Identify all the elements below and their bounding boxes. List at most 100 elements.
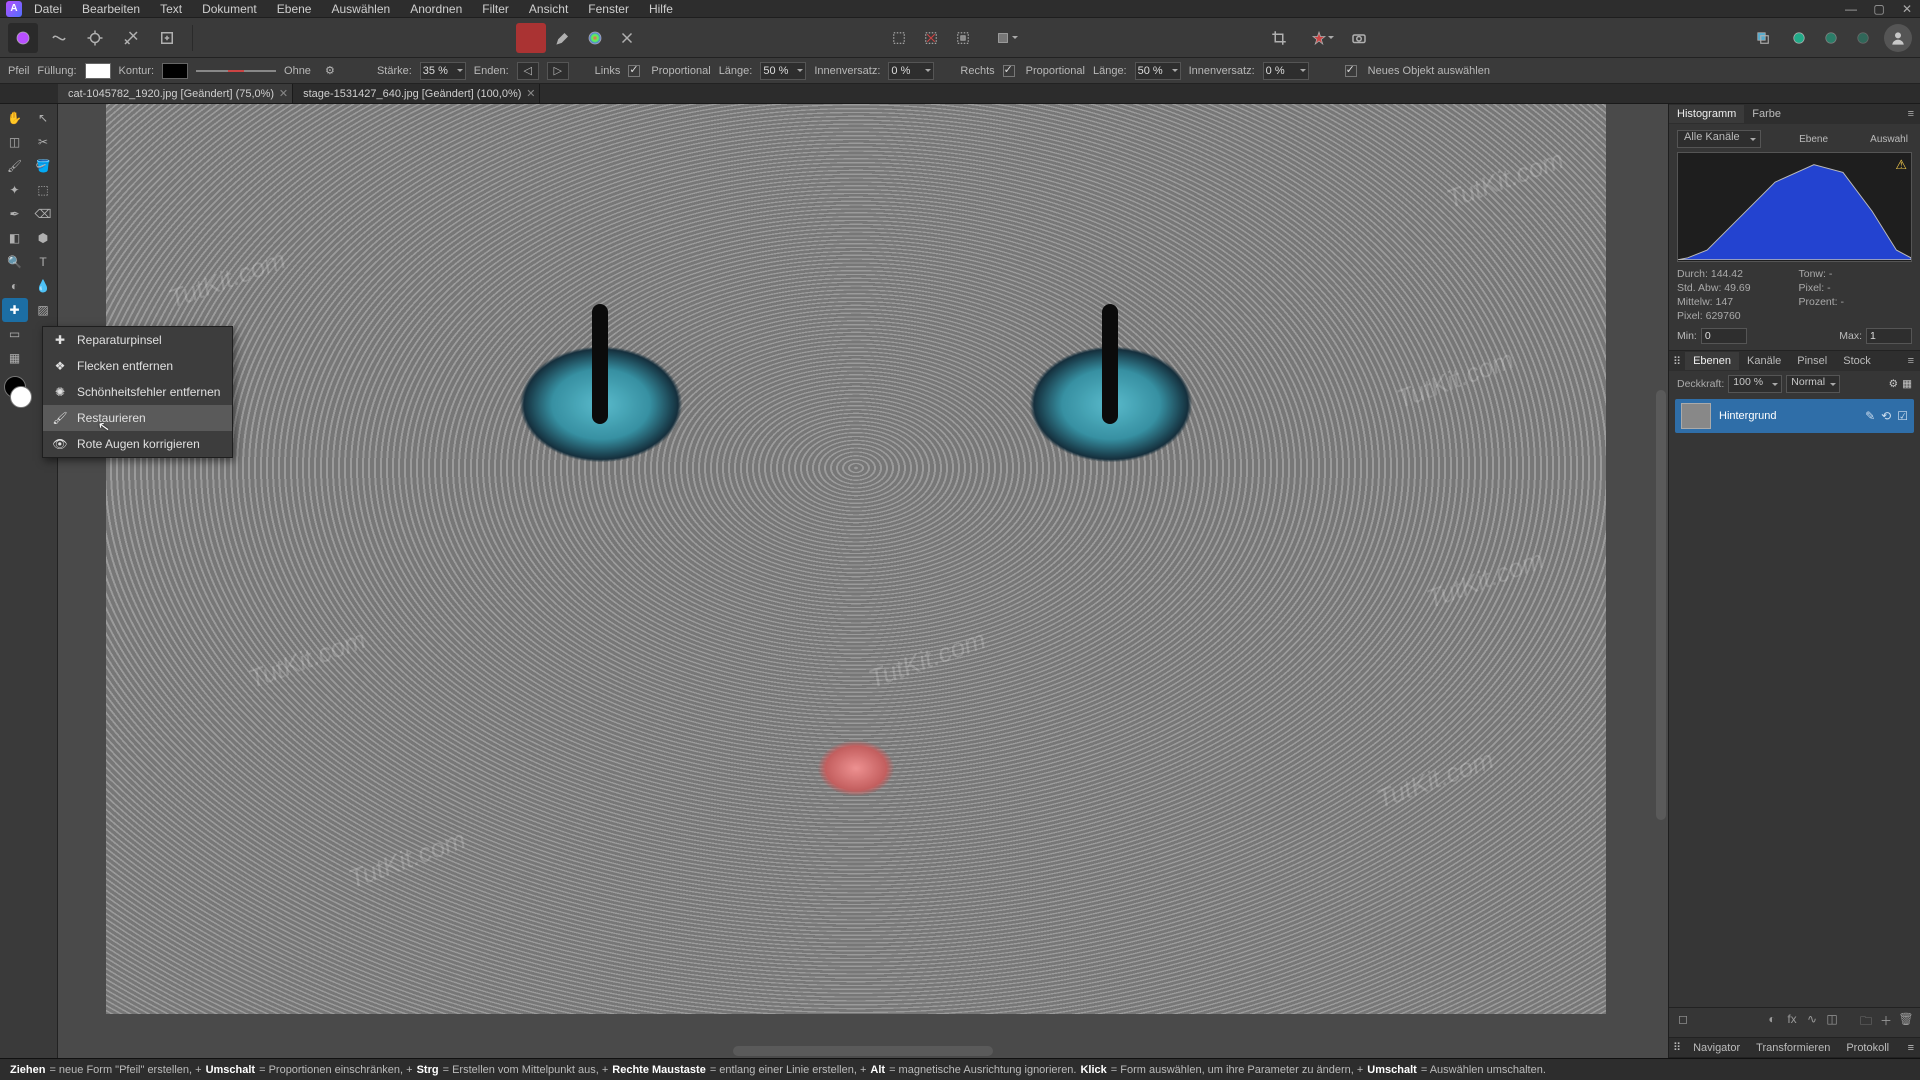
layer-adjust-icon[interactable]: ◐: [1764, 1012, 1780, 1033]
align-center-icon[interactable]: [1648, 23, 1678, 53]
paint-tool-icon[interactable]: 🖌: [2, 154, 28, 178]
menu-layer[interactable]: Ebene: [275, 1, 314, 17]
mesh-tool-icon[interactable]: ▨: [30, 298, 56, 322]
gradient-tool-icon[interactable]: ◧: [2, 226, 28, 250]
opacity-select[interactable]: 100 %: [1728, 375, 1782, 393]
layer-row[interactable]: Hintergrund ✎ ⟲ ☑: [1675, 399, 1914, 433]
end-cap-start-button[interactable]: ◁: [517, 62, 539, 80]
align-more-icon[interactable]: [1712, 23, 1742, 53]
pen-tool-icon[interactable]: ✒: [2, 202, 28, 226]
layers-menu-icon[interactable]: ≡: [1902, 352, 1920, 370]
blur-tool-icon[interactable]: 💧: [30, 274, 56, 298]
new-object-checkbox[interactable]: [1345, 65, 1357, 77]
vertical-scrollbar[interactable]: [1656, 390, 1666, 820]
assistant-dropdown[interactable]: [1300, 23, 1338, 53]
zoom-tool-icon[interactable]: 🔍: [2, 250, 28, 274]
layer-edit-icon[interactable]: ✎: [1865, 409, 1875, 423]
tab-brushes[interactable]: Pinsel: [1789, 352, 1835, 370]
layer-add-icon[interactable]: ＋: [1878, 1012, 1894, 1033]
arrange-icon[interactable]: [1748, 23, 1778, 53]
quickmask-dropdown[interactable]: [984, 23, 1022, 53]
document-tab-2-close-icon[interactable]: ✕: [526, 87, 535, 100]
document-tab-1-close-icon[interactable]: ✕: [279, 87, 288, 100]
align-left-icon[interactable]: [1616, 23, 1646, 53]
hist-max-input[interactable]: [1866, 328, 1912, 344]
end-cap-end-button[interactable]: ▷: [547, 62, 569, 80]
snap3-icon[interactable]: [1848, 23, 1878, 53]
deselect-icon[interactable]: [916, 23, 946, 53]
flood-tool-icon[interactable]: 🪣: [30, 154, 56, 178]
toolbar-colorwheel-icon[interactable]: [580, 23, 610, 53]
stroke-width-slider[interactable]: [196, 70, 276, 72]
eraser-tool-icon[interactable]: ⌫: [30, 202, 56, 226]
bottom-panel-menu-icon[interactable]: ≡: [1902, 1039, 1920, 1057]
text-tool-icon[interactable]: T: [30, 250, 56, 274]
marquee-tool-icon[interactable]: ⬚: [30, 178, 56, 202]
move-tool-icon[interactable]: ↖: [30, 106, 56, 130]
fill-swatch[interactable]: [85, 63, 111, 79]
dodge-tool-icon[interactable]: ◐: [2, 274, 28, 298]
flyout-patch[interactable]: ❖Flecken entfernen: [43, 353, 232, 379]
histogram-menu-icon[interactable]: ≡: [1902, 105, 1920, 123]
layer-mask-icon[interactable]: ◻: [1675, 1012, 1691, 1033]
tab-layers[interactable]: Ebenen: [1685, 352, 1739, 370]
length-left-input[interactable]: [760, 62, 806, 80]
camera-icon[interactable]: [1344, 23, 1374, 53]
blendmode-select[interactable]: Normal: [1786, 375, 1840, 393]
histogram-channel-select[interactable]: Alle Kanäle: [1677, 130, 1761, 148]
canvas-viewport[interactable]: TutKit.com TutKit.com TutKit.com TutKit.…: [58, 104, 1668, 1058]
tab-histogram[interactable]: Histogramm: [1669, 105, 1744, 123]
tab-navigator[interactable]: Navigator: [1685, 1039, 1748, 1057]
grid-tool-icon[interactable]: ▦: [2, 346, 28, 370]
window-close-icon[interactable]: ✕: [1900, 2, 1914, 16]
snap2-icon[interactable]: [1816, 23, 1846, 53]
shape-tool-icon[interactable]: ▭: [2, 322, 28, 346]
flyout-redeye[interactable]: 👁Rote Augen korrigieren: [43, 431, 232, 457]
persona-develop-icon[interactable]: [80, 23, 110, 53]
menu-arrange[interactable]: Anordnen: [408, 1, 464, 17]
tab-transform[interactable]: Transformieren: [1748, 1039, 1838, 1057]
toolbar-brush-icon[interactable]: [548, 23, 578, 53]
document-tab-1[interactable]: cat-1045782_1920.jpg [Geändert] (75,0%) …: [58, 84, 293, 103]
menu-file[interactable]: Datei: [32, 1, 64, 17]
layer-link-icon[interactable]: ⟲: [1881, 409, 1891, 423]
account-avatar-icon[interactable]: [1884, 24, 1912, 52]
histogram-layer-button[interactable]: Ebene: [1795, 132, 1832, 147]
layer-fx2-icon[interactable]: fx: [1784, 1012, 1800, 1033]
layers-panel-handle-icon[interactable]: ⠿: [1669, 352, 1685, 371]
menu-select[interactable]: Auswählen: [329, 1, 392, 17]
layer-fx-icon[interactable]: ⚙: [1889, 378, 1898, 390]
tab-channels[interactable]: Kanäle: [1739, 352, 1789, 370]
persona-tonemap-icon[interactable]: [116, 23, 146, 53]
horizontal-scrollbar[interactable]: [733, 1046, 993, 1056]
select-all-icon[interactable]: [884, 23, 914, 53]
stroke-swatch[interactable]: [162, 63, 188, 79]
tab-history[interactable]: Protokoll: [1838, 1039, 1897, 1057]
persona-export-icon[interactable]: [152, 23, 182, 53]
flyout-blemish[interactable]: ✺Schönheitsfehler entfernen: [43, 379, 232, 405]
bottom-panel-handle-icon[interactable]: ⠿: [1669, 1038, 1685, 1057]
length-right-input[interactable]: [1135, 62, 1181, 80]
layer-curve-icon[interactable]: ∿: [1804, 1012, 1820, 1033]
tab-color[interactable]: Farbe: [1744, 105, 1789, 123]
inset-right-input[interactable]: [1263, 62, 1309, 80]
persona-liquify-icon[interactable]: [44, 23, 74, 53]
menu-help[interactable]: Hilfe: [647, 1, 675, 17]
left-proportional-checkbox[interactable]: [628, 65, 640, 77]
flyout-inpaint[interactable]: 🖌Restaurieren: [43, 405, 232, 431]
histogram-selection-button[interactable]: Auswahl: [1866, 132, 1912, 147]
menu-document[interactable]: Dokument: [200, 1, 259, 17]
hand-tool-icon[interactable]: ✋: [2, 106, 28, 130]
clone-tool-icon[interactable]: ⬢: [30, 226, 56, 250]
layer-visible-icon[interactable]: ☑: [1897, 409, 1908, 423]
view-tool-icon[interactable]: ◫: [2, 130, 28, 154]
stroke-settings-icon[interactable]: ⚙: [319, 60, 341, 82]
strength-input[interactable]: [420, 62, 466, 80]
canvas[interactable]: TutKit.com TutKit.com TutKit.com TutKit.…: [106, 104, 1606, 1014]
right-proportional-checkbox[interactable]: [1003, 65, 1015, 77]
window-maximize-icon[interactable]: ▢: [1872, 2, 1886, 16]
menu-view[interactable]: Ansicht: [527, 1, 570, 17]
flyout-healing-brush[interactable]: ✚Reparaturpinsel: [43, 327, 232, 353]
invert-select-icon[interactable]: [948, 23, 978, 53]
crop-icon[interactable]: [1264, 23, 1294, 53]
